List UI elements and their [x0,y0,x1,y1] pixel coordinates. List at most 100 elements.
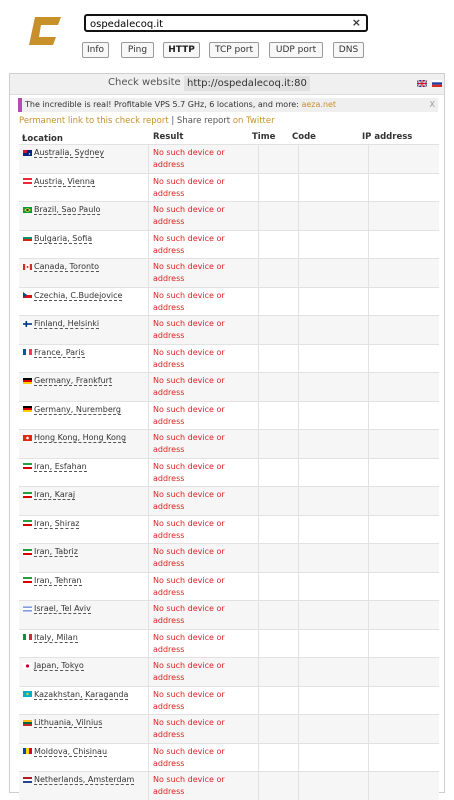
column-divider [298,572,299,600]
table-row: Germany, Frankfurt No such device or addr… [19,372,439,401]
location-link[interactable]: Netherlands, Amsterdam [34,775,135,785]
location-link[interactable]: Iran, Esfahan [34,461,87,472]
location-cell: Iran, Karaj [23,490,76,500]
location-cell: Iran, Tehran [23,575,82,586]
permanent-link[interactable]: Permanent link to this check report [19,116,169,126]
column-divider [368,515,369,543]
site-logo[interactable] [27,13,63,49]
udp-port-button[interactable]: UDP port [269,42,323,58]
fr-flag-icon [23,349,32,355]
table-row: Brazil, Sao Paulo No such device or addre… [19,201,439,230]
location-cell: Austria, Vienna [23,176,95,187]
tcp-port-button[interactable]: TCP port [209,42,259,58]
column-divider [148,487,149,515]
location-cell: Lithuania, Vilnius [23,718,103,728]
column-divider [298,715,299,743]
location-link[interactable]: Iran, Tehran [34,575,82,586]
location-link[interactable]: Finland, Helsinki [34,319,100,329]
ad-link[interactable]: aeza.net [301,100,336,109]
result-cell: No such device or address [153,689,225,711]
column-divider [368,145,369,173]
location-link[interactable]: Austria, Vienna [34,176,95,187]
column-divider [258,686,259,714]
location-link[interactable]: Lithuania, Vilnius [34,718,103,728]
column-divider [368,487,369,515]
column-divider [148,601,149,629]
table-row: Canada, Toronto No such device or address [19,258,439,287]
column-divider [148,287,149,315]
location-link[interactable]: Iran, Shiraz [34,518,80,529]
de-flag-icon [23,377,32,384]
table-row: Israel, Tel Aviv No such device or addres… [19,600,439,629]
location-link[interactable]: Bulgaria, Sofia [34,233,93,244]
ad-close-button[interactable]: X [430,98,435,112]
column-divider [258,629,259,657]
jp-flag-icon [23,662,32,669]
ad-text: The incredible is real! Profitable VPS 5… [25,100,302,109]
result-cell: No such device or address [153,632,225,654]
ru-flag-icon[interactable] [432,80,442,87]
column-divider [298,259,299,287]
location-link[interactable]: Australia, Sydney [34,148,105,158]
nl-flag-icon [23,776,32,783]
il-flag-icon [23,605,32,612]
column-divider [148,658,149,686]
clear-icon[interactable]: × [352,16,361,29]
info-button[interactable]: Info [82,42,109,58]
column-divider [148,629,149,657]
location-cell: Japan, Tokyo [23,661,84,671]
search-input[interactable] [88,16,342,32]
result-cell: No such device or address [153,461,225,483]
location-link[interactable]: Moldova, Chisinau [34,746,108,757]
sort-icon[interactable]: ▾ [22,134,26,142]
column-divider [368,658,369,686]
location-link[interactable]: Iran, Karaj [34,490,76,500]
column-divider [258,458,259,486]
column-divider [148,515,149,543]
result-cell: No such device or address [153,490,225,511]
column-divider [368,544,369,572]
column-divider [298,373,299,401]
table-row: Germany, Nuremberg No such device or addr… [19,400,439,429]
location-link[interactable]: Israel, Tel Aviv [34,604,91,614]
column-divider [368,373,369,401]
result-cell: No such device or address [153,746,225,768]
search-box[interactable]: × [84,14,368,32]
location-cell: Italy, Milan [23,632,78,643]
location-link[interactable]: Kazakhstan, Karaganda [34,689,129,700]
http-button[interactable]: HTTP [163,42,200,58]
location-link[interactable]: Japan, Tokyo [34,661,84,671]
column-divider [258,515,259,543]
column-divider [148,458,149,486]
results-panel: Check website http://ospedalecoq.it:80 T… [9,73,445,800]
location-link[interactable]: Germany, Nuremberg [34,404,121,415]
location-link[interactable]: Canada, Toronto [34,262,100,272]
column-divider [298,344,299,372]
column-divider [148,686,149,714]
twitter-link[interactable]: on Twitter [233,116,275,126]
location-link[interactable]: Iran, Tabriz [34,547,78,557]
column-divider [298,287,299,315]
table-row: Iran, Tabriz No such device or address [19,543,439,572]
location-link[interactable]: Hong Kong, Hong Kong [34,433,127,443]
table-row: Iran, Tehran No such device or address [19,571,439,600]
uk-flag-icon[interactable] [417,80,427,87]
dns-button[interactable]: DNS [333,42,364,58]
location-link[interactable]: Brazil, Sao Paulo [34,205,101,215]
location-link[interactable]: Czechia, C.Budejovice [34,290,123,301]
result-cell: No such device or address [153,661,225,682]
location-link[interactable]: France, Paris [34,347,85,358]
location-cell: Canada, Toronto [23,262,100,272]
panel-title-url: http://ospedalecoq.it:80 [184,76,310,91]
ping-button[interactable]: Ping [121,42,154,58]
share-report-text: | Share report [168,116,233,126]
permalink-line: Permanent link to this check report | Sh… [19,116,275,126]
location-link[interactable]: Italy, Milan [34,632,78,643]
table-row: Austria, Vienna No such device or address [19,172,439,201]
table-row: Moldova, Chisinau No such device or addre… [19,742,439,771]
location-link[interactable]: Germany, Frankfurt [34,376,113,386]
table-row: Hong Kong, Hong Kong No such device or ad… [19,429,439,458]
column-divider [298,601,299,629]
column-divider [368,629,369,657]
column-divider [368,230,369,258]
